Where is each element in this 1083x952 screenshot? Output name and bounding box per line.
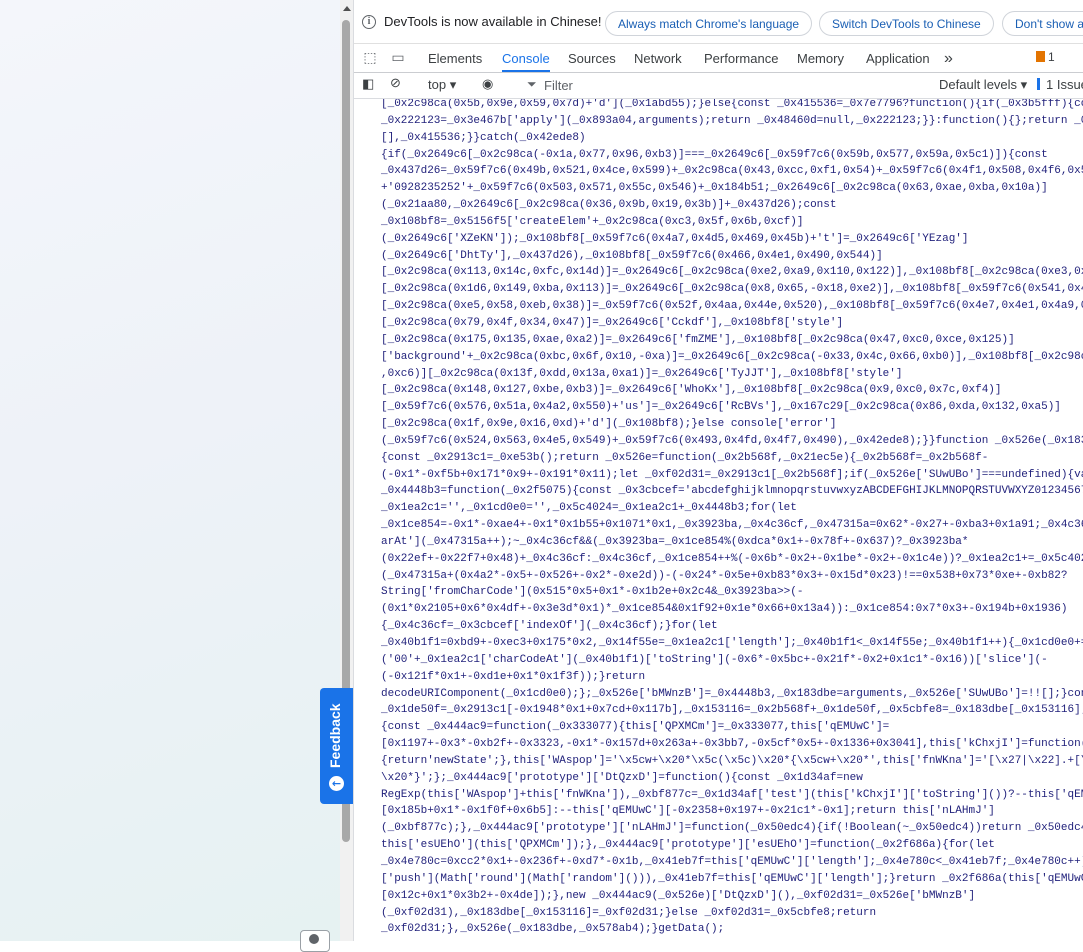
console-line: (_0x47315a+(0x4a2*-0x5+-0x526+-0x2*-0xe2… [381,569,1068,582]
console-line: [],_0x415536;}}catch(_0x42ede8) [381,131,586,144]
console-line: _0x1ce854=-0x1*-0xae4+-0x1*0x1b55+0x1071… [381,519,1083,532]
more-tabs-button[interactable]: » [944,44,953,72]
floating-widget-icon[interactable] [300,930,330,952]
console-line: {_0x4c36cf=_0x3cbcef['indexOf'](_0x4c36c… [381,620,718,633]
language-infobar: i DevTools is now available in Chinese! … [354,0,1083,44]
infobar-message: DevTools is now available in Chinese! [384,14,602,29]
console-line: [_0x2c98ca(0xe5,0x58,0xeb,0x38)]=_0x59f7… [381,300,1083,313]
console-line: this['esUEhO'](this['QPXMCm']);},_0x444a… [381,839,995,852]
tab-elements[interactable]: Elements [428,44,482,72]
devtools-panel: i DevTools is now available in Chinese! … [354,0,1083,941]
log-levels-value: Default levels [939,77,1018,92]
console-filter[interactable]: ⏷ [520,76,920,95]
console-line: [_0x2c98ca(0x1f,0x9e,0x16,0xd)+'d'](_0x1… [381,418,837,431]
scroll-up-arrow-icon[interactable] [343,6,351,11]
console-line: (_0x2649c6['DhtTy'],_0x437d26),_0x108bf8… [381,249,883,262]
console-line: [_0x2c98ca(0x5b,0x9e,0x59,0x7d)+'d'](_0x… [381,99,1083,110]
console-line: ['push'](Math['round'](Math['random']())… [381,872,1083,885]
console-line: _0x1ea2c1='',_0x1cd0e0='',_0x5c4024=_0x1… [381,502,797,515]
device-toolbar-icon[interactable]: ▭ [390,50,406,66]
console-line: (0x1*0x2105+0x6*0x4df+-0x3e3d*0x1)*_0x1c… [381,603,1068,616]
console-line: _0x4448b3=function(_0x2f5075){const _0x3… [381,485,1083,498]
console-line: +'0928235252'+_0x59f7c6(0x503,0x571,0x55… [381,182,1048,195]
console-line: RegExp(this['WAspop']+this['fnWKna']),_0… [381,788,1083,801]
console-toolbar: ◧ ⊘ top ▾ ◉ ⏷ Default levels ▾ 1 Issue [354,73,1083,99]
tab-application[interactable]: Application [866,44,930,72]
console-line: _0x437d26=_0x59f7c6(0x49b,0x521,0x4ce,0x… [381,165,1083,178]
console-line: [0x12c+0x1*0x3b2+-0x4de]);},new _0x444ac… [381,889,976,902]
chevron-down-icon: ▾ [1020,77,1028,92]
console-line: _0xf02d31;},_0x526e(_0x183dbe,_0x578ab4)… [381,923,725,936]
tab-sources[interactable]: Sources [568,44,616,72]
tab-console[interactable]: Console [502,44,550,72]
filter-icon: ⏷ [527,77,537,91]
feedback-button[interactable]: Feedback ← [320,688,353,804]
console-line: \x20*}';};_0x444ac9['prototype']['DtQzxD… [381,771,863,784]
console-line: (_0x2649c6['XZeKN']);_0x108bf8[_0x59f7c6… [381,232,969,245]
filter-input[interactable] [544,76,904,95]
switch-to-chinese-button[interactable]: Switch DevTools to Chinese [819,11,994,36]
console-line: {if(_0x2649c6[_0x2c98ca(-0x1a,0x77,0x96,… [381,148,1048,161]
info-icon: i [362,15,376,29]
console-line: arAt'](_0x47315a++);~_0x4c36cf&&(_0x3923… [381,535,969,548]
feedback-arrow-icon: ← [329,776,344,791]
page-viewport [0,0,340,941]
console-line: [_0x2c98ca(0x79,0x4f,0x34,0x47)]=_0x2649… [381,316,844,329]
console-line: {return'newState';},this['WAspop']='\x5c… [381,754,1083,767]
context-selector-value: top [428,77,447,92]
console-line: (-0x1*-0xf5b+0x171*0x9+-0x191*0x11);let … [381,468,1083,481]
tab-performance[interactable]: Performance [704,44,778,72]
console-message-code: [_0x2c98ca(0x5b,0x9e,0x59,0x7d)+'d'](_0x… [381,99,1083,938]
console-line: ('00'+_0x1ea2c1['charCodeAt'](_0x40b1f1)… [381,653,1048,666]
issues-badge[interactable]: 1 [1036,50,1055,64]
feedback-label: Feedback [327,703,343,768]
inspect-element-icon[interactable]: ⬚ [362,50,378,66]
dont-show-again-button[interactable]: Don't show a [1002,11,1083,36]
console-line: [_0x2c98ca(0x175,0x135,0xae,0xa2)]=_0x26… [381,333,1015,346]
tab-network[interactable]: Network [634,44,682,72]
context-selector[interactable]: top ▾ [428,77,456,93]
sidebar-toggle-icon[interactable]: ◧ [362,76,374,92]
console-line: _0x4e780c=0xcc2*0x1+-0x236f+-0xd7*-0x1b,… [381,855,1083,868]
console-line: [_0x59f7c6(0x576,0x51a,0x4a2,0x550)+'us'… [381,401,1061,414]
console-line: {const _0x444ac9=function(_0x333077){thi… [381,721,890,734]
console-line: String['fromCharCode'](0x515*0x5+0x1*-0x… [381,586,804,599]
console-line: [_0x2c98ca(0x1d6,0x149,0xba,0x113)]=_0x2… [381,283,1083,296]
issue-flag-icon [1036,51,1045,62]
console-line: decodeURIComponent(_0x1cd0e0);};_0x526e[… [381,687,1083,700]
issues-count[interactable]: 1 Issue [1037,77,1083,92]
log-levels-dropdown[interactable]: Default levels ▾ [939,77,1027,93]
console-line: [_0x2c98ca(0x148,0x127,0xbe,0xb3)]=_0x26… [381,384,1002,397]
issues-count-text: 1 Issue [1046,77,1083,92]
devtools-tabbar: ⬚ ▭ Elements Console Sources Network Per… [354,44,1083,73]
console-output[interactable]: [_0x2c98ca(0x5b,0x9e,0x59,0x7d)+'d'](_0x… [354,99,1083,941]
live-expression-eye-icon[interactable]: ◉ [482,76,493,92]
console-line: [0x185b+0x1*-0x1f0f+0x6b5]:--this['qEMUw… [381,805,995,818]
issues-badge-count: 1 [1048,50,1055,64]
console-line: (_0xf02d31),_0x183dbe[_0x153116]=_0xf02d… [381,906,877,919]
console-line: _0x222123=_0x3e467b['apply'](_0x893a04,a… [381,114,1083,127]
console-line: (_0x59f7c6(0x524,0x563,0x4e5,0x549)+_0x5… [381,434,1083,447]
tab-memory[interactable]: Memory [797,44,844,72]
issue-icon [1037,78,1040,90]
console-line: (_0x21aa80,_0x2649c6[_0x2c98ca(0x36,0x9b… [381,199,837,212]
console-line: [_0x2c98ca(0x113,0x14c,0xfc,0x14d)]=_0x2… [381,266,1083,279]
console-line: _0x1de50f=_0x2913c1[-0x1948*0x1+0x7cd+0x… [381,704,1083,717]
console-line: (_0xbf877c);},_0x444ac9['prototype']['nL… [381,822,1083,835]
clear-console-icon[interactable]: ⊘ [390,75,401,91]
match-language-button[interactable]: Always match Chrome's language [605,11,813,36]
console-line: _0x40b1f1=0xbd9+-0xec3+0x175*0x2,_0x14f5… [381,637,1083,649]
console-line: [0x1197+-0x3*-0xb2f+-0x3323,-0x1*-0x157d… [381,738,1083,751]
console-line: (0x22ef+-0x22f7+0x48)+_0x4c36cf:_0x4c36c… [381,552,1083,565]
chevron-down-icon: ▾ [449,77,457,92]
console-line: ,0xc6)][_0x2c98ca(0x13f,0xdd,0x13a,0xa1)… [381,367,903,380]
console-line: _0x108bf8=_0x5156f5['createElem'+_0x2c98… [381,215,804,228]
console-line: (-0x121f*0x1+-0xd1e+0x1*0x1f3f));}return [381,670,646,683]
console-line: {const _0x2913c1=_0xe53b();return _0x526… [381,451,989,464]
console-line: ['background'+_0x2c98ca(0xbc,0x6f,0x10,-… [381,350,1083,363]
